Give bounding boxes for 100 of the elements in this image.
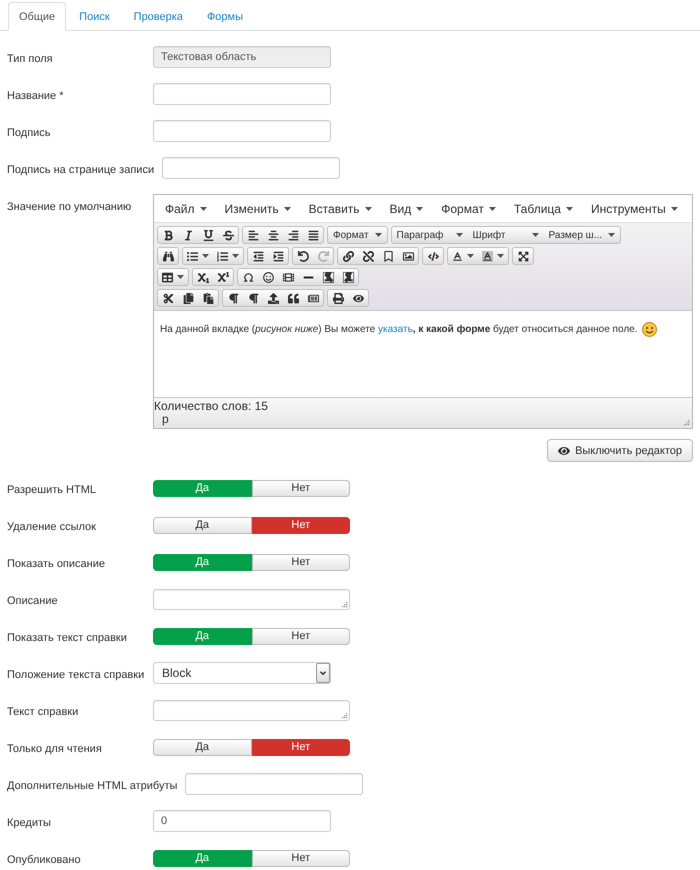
menu-item[interactable]: Формат: [432, 196, 505, 220]
tab[interactable]: Общие: [8, 2, 66, 31]
image-icon: [402, 250, 414, 262]
toggle-editor-button[interactable]: Выключить редактор: [547, 439, 693, 462]
resize-grip-icon[interactable]: [683, 419, 690, 426]
menu-item[interactable]: Изменить: [216, 196, 300, 220]
toolbar-dropdown[interactable]: Размер ш...: [544, 227, 620, 243]
caret-icon: [532, 233, 539, 237]
quote-icon: [288, 292, 298, 304]
caret-icon: [670, 206, 678, 210]
caret-icon: [497, 254, 504, 258]
field-label: Только для чтения: [7, 742, 103, 754]
align-left-icon: [248, 230, 258, 240]
field-label: Положение текста справки: [7, 668, 145, 680]
toolbar-dropdown[interactable]: Параграф: [392, 227, 468, 243]
field-label: Подпись на странице записи: [7, 164, 154, 176]
strikethrough-icon: [222, 230, 234, 240]
field-label: Опубликовано: [7, 854, 82, 866]
tab[interactable]: Проверка: [122, 2, 194, 31]
text-field[interactable]: [153, 120, 331, 142]
bookmark-icon: [382, 250, 394, 262]
link[interactable]: указать: [378, 324, 413, 335]
caret-icon: [416, 206, 424, 210]
italic-icon: [182, 230, 194, 240]
scissors-icon: [162, 292, 174, 304]
fullscreen-icon: [518, 250, 528, 262]
text-field[interactable]: [153, 83, 331, 105]
caret-icon: [488, 206, 496, 210]
field-label: Удаление ссылок: [7, 520, 97, 532]
toggle-option[interactable]: Нет: [252, 480, 350, 496]
align-right-icon: [288, 230, 298, 240]
toolbar-dropdown[interactable]: Формат: [328, 227, 387, 243]
align-justify-icon: [308, 230, 318, 240]
redo-icon: [318, 250, 328, 262]
subscript-icon: [198, 272, 208, 282]
field-label: Кредиты: [7, 816, 52, 828]
numbered-list-icon: [217, 250, 228, 262]
smiley-icon: [642, 322, 656, 337]
caret-icon: [177, 275, 184, 279]
field-label: Показать описание: [7, 558, 106, 570]
outdent-icon: [252, 250, 264, 262]
highlight-color-icon: [482, 250, 493, 262]
bullet-list-icon: [187, 250, 198, 262]
menu-item[interactable]: Вставить: [300, 196, 381, 220]
left-to-right-icon: [322, 272, 334, 282]
menu-item[interactable]: Инструменты: [582, 196, 687, 220]
field-label: Описание: [7, 594, 59, 606]
menu-item[interactable]: Файл: [156, 196, 216, 220]
caret-icon: [608, 233, 616, 237]
tab[interactable]: Формы: [196, 2, 254, 31]
toggle-option[interactable]: Нет: [252, 738, 350, 756]
element-path[interactable]: p: [162, 413, 169, 425]
caret-icon: [284, 206, 291, 210]
caret-icon: [200, 206, 207, 210]
field-label: Название *: [7, 90, 64, 102]
select-field[interactable]: Block: [153, 662, 331, 684]
editor-paragraph: На данной вкладке (рисунок ниже) Вы можете указать, к какой форме будет относиться данное поле.: [160, 323, 638, 337]
field-label: Значение по умолчанию: [7, 201, 132, 213]
underline-icon: [202, 230, 214, 240]
field-label: Показать текст справки: [7, 632, 128, 644]
toggle-option[interactable]: Да: [153, 738, 252, 756]
paste-icon: [202, 292, 214, 304]
menu-item[interactable]: Вид: [380, 196, 432, 220]
toggle-option[interactable]: Да: [153, 516, 252, 534]
copy-icon: [182, 292, 194, 304]
code-icon: [428, 250, 438, 262]
bold-icon: [162, 230, 174, 240]
text-field[interactable]: [162, 157, 340, 179]
eye-icon: [352, 292, 364, 304]
caret-icon: [364, 206, 372, 210]
toggle-option[interactable]: Нет: [252, 628, 350, 644]
textarea-field[interactable]: [153, 588, 350, 610]
binoculars-icon: [162, 250, 174, 262]
text-field[interactable]: Текстовая область: [153, 46, 331, 68]
text-field[interactable]: 0: [153, 810, 331, 832]
omega-icon: [242, 272, 254, 282]
field-label: Подпись: [7, 126, 52, 138]
textarea-field[interactable]: [153, 700, 350, 720]
resize-grip-icon[interactable]: [341, 712, 348, 718]
caret-icon: [374, 233, 382, 237]
caret-icon: [566, 206, 573, 210]
resize-grip-icon[interactable]: [341, 600, 348, 608]
superscript-icon: [218, 272, 228, 282]
field-label: Текст справки: [7, 706, 80, 718]
newspaper-icon: [308, 292, 318, 304]
right-to-left-icon: [342, 272, 354, 282]
undo-icon: [298, 250, 308, 262]
toggle-option[interactable]: Нет: [252, 850, 350, 866]
toolbar-dropdown[interactable]: Шрифт: [468, 227, 544, 243]
text-field[interactable]: [185, 773, 364, 795]
toggle-option[interactable]: Нет: [252, 516, 350, 534]
smiley-icon: [262, 272, 274, 282]
menu-item[interactable]: Таблица: [504, 196, 582, 220]
toggle-option[interactable]: Нет: [252, 554, 350, 570]
tab[interactable]: Поиск: [68, 2, 121, 31]
caret-icon: [456, 233, 463, 237]
unlink-icon: [362, 250, 374, 262]
text-color-icon: [452, 250, 463, 262]
field-label: Разрешить HTML: [7, 484, 97, 496]
indent-icon: [272, 250, 284, 262]
